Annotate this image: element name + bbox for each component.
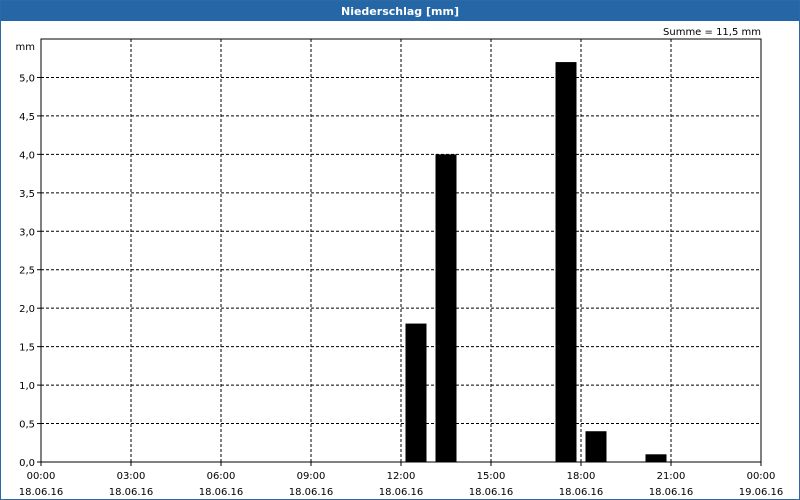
precipitation-bar (405, 323, 427, 462)
bars (405, 62, 667, 463)
y-tick-label: 2,0 (19, 304, 35, 315)
sum-annotation: Summe = 11,5 mm (663, 27, 761, 38)
x-tick-time-label: 06:00 (207, 471, 236, 482)
x-tick-time-label: 12:00 (387, 471, 416, 482)
window-title: Niederschlag [mm] (1, 1, 799, 21)
y-tick-label: 4,0 (19, 150, 35, 161)
y-tick-label: 1,5 (19, 343, 35, 354)
chart-window: Niederschlag [mm] 0,0 0,5 1,0 1,5 2,0 2,5 3,0 3… (0, 0, 800, 500)
x-tick-time-label: 09:00 (297, 471, 326, 482)
y-axis-ticks: 0,0 0,5 1,0 1,5 2,0 2,5 3,0 3,5 4,0 4,5 5,0 (19, 73, 41, 469)
x-tick-time-label: 00:00 (27, 471, 56, 482)
precipitation-bar (435, 154, 457, 462)
y-axis-unit-label: mm (16, 42, 35, 53)
x-tick-date-label: 18.06.16 (559, 487, 604, 498)
y-tick-label: 3,5 (19, 189, 35, 200)
y-tick-label: 4,5 (19, 112, 35, 123)
y-tick-label: 2,5 (19, 266, 35, 277)
precipitation-bar (555, 62, 577, 463)
x-tick-time-label: 03:00 (117, 471, 146, 482)
x-tick-date-label: 18.06.16 (109, 487, 154, 498)
x-tick-date-label: 18.06.16 (289, 487, 334, 498)
y-tick-label: 5,0 (19, 73, 35, 84)
x-axis-ticks: 00:00 18.06.16 03:00 18.06.16 06:00 18.06.16 0… (19, 462, 784, 498)
x-tick-time-label: 15:00 (477, 471, 506, 482)
x-tick-time-label: 00:00 (747, 471, 776, 482)
precipitation-bar (585, 431, 607, 462)
x-tick-date-label: 18.06.16 (19, 487, 64, 498)
x-tick-date-label: 18.06.16 (379, 487, 424, 498)
y-tick-label: 0,5 (19, 420, 35, 431)
precipitation-chart: 0,0 0,5 1,0 1,5 2,0 2,5 3,0 3,5 4,0 4,5 5,0 00:00 1… (16, 27, 784, 498)
x-tick-time-label: 21:00 (657, 471, 686, 482)
precipitation-bar (645, 454, 667, 462)
y-tick-label: 1,0 (19, 381, 35, 392)
x-tick-date-label: 18.06.16 (469, 487, 514, 498)
y-tick-label: 3,0 (19, 227, 35, 238)
x-tick-date-label: 18.06.16 (199, 487, 244, 498)
grid (41, 39, 761, 462)
x-tick-time-label: 18:00 (567, 471, 596, 482)
y-tick-label: 0,0 (19, 458, 35, 469)
x-tick-date-label: 19.06.16 (739, 487, 784, 498)
x-tick-date-label: 18.06.16 (649, 487, 694, 498)
